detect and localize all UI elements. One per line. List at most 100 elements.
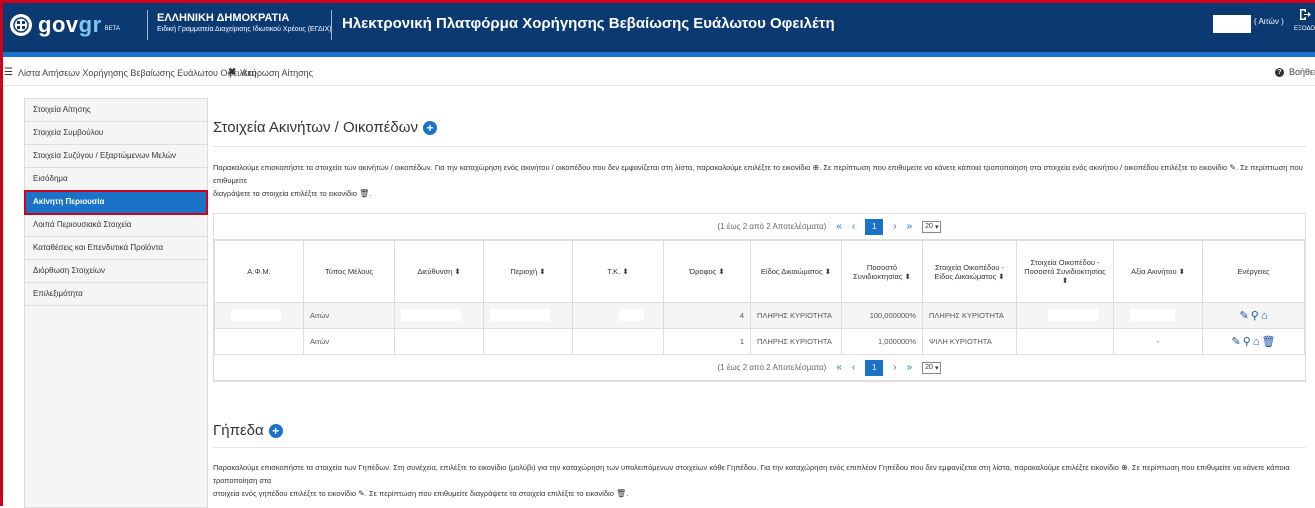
postal-code-cell xyxy=(572,328,664,355)
address-cell xyxy=(394,328,484,355)
pager-next-button[interactable]: › xyxy=(893,221,896,232)
table-header-row: Α.Φ.Μ. Τύπος Μέλους Διεύθυνση ⬍ Περιοχή … xyxy=(214,240,1305,303)
sidebar-item-other-assets[interactable]: Λοιπά Περιουσιακά Στοιχεία xyxy=(25,214,207,237)
area-cell xyxy=(483,328,573,355)
col-value[interactable]: Αξία Ακινήτου ⬍ xyxy=(1113,240,1203,303)
header-divider xyxy=(331,10,332,40)
organization: ΕΛΛΗΝΙΚΗ ΔΗΜΟΚΡΑΤΙΑ Ειδική Γραμματεία Δι… xyxy=(157,12,332,33)
table-row: Αιτών 1 ΠΛΗΡΗΣ ΚΥΡΙΟΤΗΤΑ 1,000000% ΨΙΛΗ … xyxy=(214,328,1305,355)
page-size-select[interactable]: 20 ▾ xyxy=(922,220,942,233)
col-floor[interactable]: Όροφος ⬍ xyxy=(663,240,751,303)
col-plot-share[interactable]: Στοιχεία Οικοπέδου - Ποσοστό Συνιδιοκτησ… xyxy=(1016,240,1114,303)
right-cell: ΠΛΗΡΗΣ ΚΥΡΙΟΤΗΤΑ xyxy=(750,302,842,329)
plot-right-cell: ΠΛΗΡΗΣ ΚΥΡΙΟΤΗΤΑ xyxy=(922,302,1017,329)
focus-frame-left xyxy=(0,0,3,506)
col-actions: Ενέργειες xyxy=(1202,240,1305,303)
share-cell: 1,000000% xyxy=(841,328,923,355)
chevron-down-icon: ▾ xyxy=(934,364,939,372)
floor-cell: 4 xyxy=(663,302,751,329)
properties-instructions: Παρακαλούμε επισκοπήστε τα στοιχεία των … xyxy=(213,163,1303,198)
pager-last-button[interactable]: » xyxy=(907,362,913,373)
sidebar-item-corrections[interactable]: Διόρθωση Στοιχείων xyxy=(25,260,207,283)
trash-icon: 🗑 xyxy=(359,189,370,198)
edit-pencil-icon[interactable]: ✎ xyxy=(1232,336,1241,348)
logout-label: ΕΞΟΔΟΣ xyxy=(1294,26,1315,32)
cancel-application-link[interactable]: ✖ Ακύρωση Αίτησης xyxy=(228,67,313,78)
plot-share-cell xyxy=(1016,302,1114,329)
pager-bottom: (1 έως 2 από 2 Αποτελέσματα) « ‹ 1 › » 2… xyxy=(214,355,1305,381)
header-accent-strip xyxy=(0,52,1315,57)
plot-share-cell xyxy=(1016,328,1114,355)
trash-icon: 🗑 xyxy=(615,489,627,498)
properties-grid: Α.Φ.Μ. Τύπος Μέλους Διεύθυνση ⬍ Περιοχή … xyxy=(214,240,1305,355)
sidebar-item-deposits[interactable]: Καταθέσεις και Επενδυτικά Προϊόντα xyxy=(25,237,207,260)
home-icon[interactable]: ⌂ xyxy=(1253,336,1260,348)
col-share[interactable]: Ποσοστό Συνιδιοκτησίας ⬍ xyxy=(841,240,923,303)
col-address[interactable]: Διεύθυνση ⬍ xyxy=(394,240,484,303)
plus-circle-icon: ⊕ xyxy=(1121,463,1128,472)
logo-wordmark: govgr xyxy=(38,12,102,37)
chevron-down-icon: ▾ xyxy=(934,223,939,231)
app-header: govgr BETA ΕΛΛΗΝΙΚΗ ΔΗΜΟΚΡΑΤΙΑ Ειδική Γρ… xyxy=(0,0,1315,52)
add-land-icon[interactable]: + xyxy=(268,423,283,438)
list-link[interactable]: ☰ Λίστα Αιτήσεων Χορήγησης Βεβαίωσης Ευά… xyxy=(4,67,256,78)
afm-cell xyxy=(214,328,304,355)
list-link-label: Λίστα Αιτήσεων Χορήγησης Βεβαίωσης Ευάλω… xyxy=(17,67,257,78)
pager-first-button[interactable]: « xyxy=(836,221,842,232)
sidebar-item-real-estate[interactable]: Ακίνητη Περιουσία xyxy=(24,190,208,215)
right-cell: ΠΛΗΡΗΣ ΚΥΡΙΟΤΗΤΑ xyxy=(750,328,842,355)
pager-prev-button[interactable]: ‹ xyxy=(852,362,855,373)
col-right-type[interactable]: Είδος Δικαιώματος ⬍ xyxy=(750,240,842,303)
home-icon[interactable]: ⌂ xyxy=(1261,310,1268,322)
pager-last-button[interactable]: » xyxy=(907,221,913,232)
user-name-redacted xyxy=(1213,15,1251,33)
pager-first-button[interactable]: « xyxy=(836,362,842,373)
value-cell: - xyxy=(1113,328,1203,355)
pager-summary: (1 έως 2 από 2 Αποτελέσματα) xyxy=(717,222,827,231)
search-icon[interactable]: ⚲ xyxy=(1243,336,1251,348)
search-icon[interactable]: ⚲ xyxy=(1251,310,1259,322)
col-postal-code[interactable]: Τ.Κ. ⬍ xyxy=(572,240,664,303)
properties-title-text: Στοιχεία Ακινήτων / Οικοπέδων xyxy=(213,119,418,136)
sidebar-item-eligibility[interactable]: Επιλεξιμότητα xyxy=(25,283,207,306)
pager-current-page[interactable]: 1 xyxy=(865,359,884,376)
help-link[interactable]: ? Βοήθεια xyxy=(1275,67,1315,77)
pager-next-button[interactable]: › xyxy=(893,362,896,373)
sidebar-item-application[interactable]: Στοιχεία Αίτησης xyxy=(25,99,207,122)
help-link-label: Βοήθεια xyxy=(1289,67,1315,77)
sidebar-item-spouse-dependents[interactable]: Στοιχεία Συζύγου / Εξαρτώμενων Μελών xyxy=(25,145,207,168)
add-property-icon[interactable]: + xyxy=(423,120,437,135)
postal-code-cell xyxy=(572,302,664,329)
sidebar: Στοιχεία Αίτησης Στοιχεία Συμβούλου Στοι… xyxy=(24,98,208,508)
land-section-title: Γήπεδα + xyxy=(213,422,283,439)
row-actions: ✎ ⚲ ⌂ 🗑 xyxy=(1202,328,1305,355)
col-area[interactable]: Περιοχή ⬍ xyxy=(483,240,573,303)
col-member-type[interactable]: Τύπος Μέλους xyxy=(303,240,395,303)
col-plot-right[interactable]: Στοιχεία Οικοπέδου - Είδος Δικαιώματος ⬍ xyxy=(922,240,1017,303)
pager-current-page[interactable]: 1 xyxy=(865,218,884,235)
edit-pencil-icon[interactable]: ✎ xyxy=(1240,310,1249,322)
plot-right-cell: ΨΙΛΗ ΚΥΡΙΟΤΗΤΑ xyxy=(922,328,1017,355)
land-instructions: Παρακαλούμε επισκοπήστε τα στοιχεία των … xyxy=(213,463,1290,498)
govgr-logo[interactable]: govgr BETA xyxy=(10,12,120,38)
col-afm[interactable]: Α.Φ.Μ. xyxy=(214,240,304,303)
sidebar-item-income[interactable]: Εισόδημα xyxy=(25,168,207,191)
pager-prev-button[interactable]: ‹ xyxy=(852,221,855,232)
sidebar-item-advisor[interactable]: Στοιχεία Συμβούλου xyxy=(25,122,207,145)
page-size-select[interactable]: 20 ▾ xyxy=(922,361,942,374)
delete-trash-icon[interactable]: 🗑 xyxy=(1261,336,1275,348)
app-title: Ηλεκτρονική Πλατφόρμα Χορήγησης Βεβαίωση… xyxy=(342,15,835,32)
close-icon: ✖ xyxy=(228,67,237,78)
help-icon: ? xyxy=(1275,67,1284,77)
pager-summary: (1 έως 2 από 2 Αποτελέσματα) xyxy=(717,363,827,372)
properties-section-title: Στοιχεία Ακινήτων / Οικοπέδων + xyxy=(213,119,437,136)
land-title-text: Γήπεδα xyxy=(213,422,264,439)
menu-icon: ☰ xyxy=(4,67,13,78)
row-actions: ✎ ⚲ ⌂ xyxy=(1202,302,1305,329)
logout-button[interactable]: ΕΞΟΔΟΣ xyxy=(1294,8,1315,32)
share-cell: 100,000000% xyxy=(841,302,923,329)
floor-cell: 1 xyxy=(663,328,751,355)
table-row: Αιτών 4 ΠΛΗΡΗΣ ΚΥΡΙΟΤΗΤΑ 100,000000% ΠΛΗ… xyxy=(214,302,1305,329)
area-cell xyxy=(483,302,573,329)
pager-top: (1 έως 2 από 2 Αποτελέσματα) « ‹ 1 › » 2… xyxy=(214,214,1305,240)
